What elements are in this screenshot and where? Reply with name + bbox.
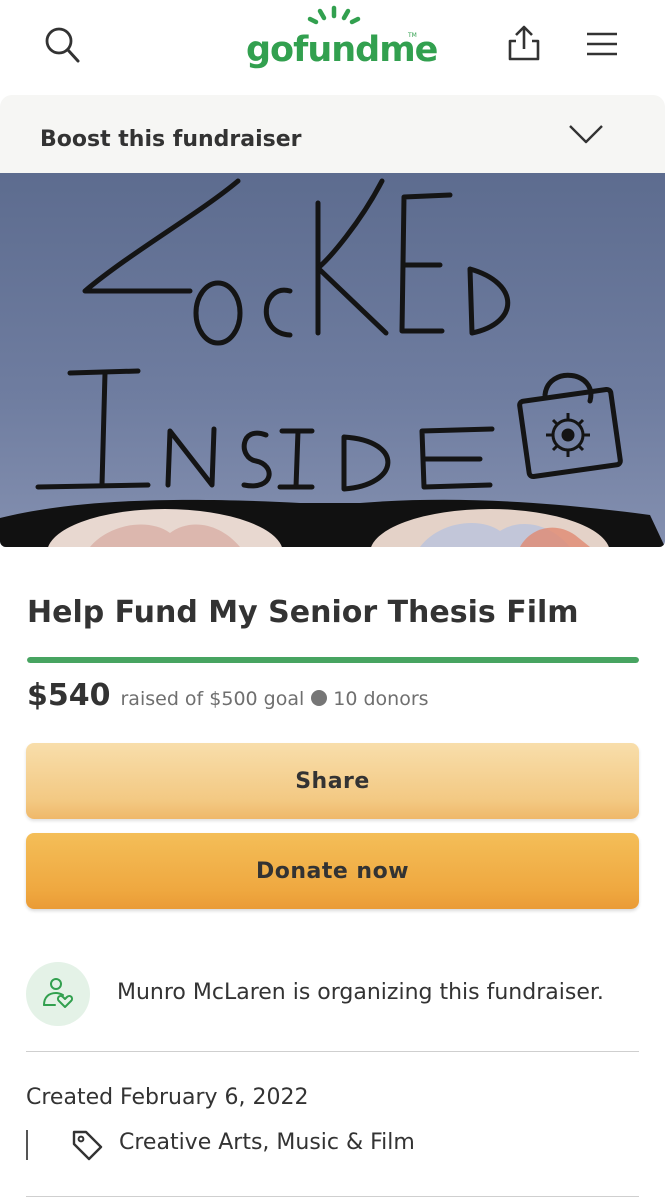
- created-date: Created February 6, 2022: [26, 1085, 309, 1110]
- vertical-separator: [26, 1130, 28, 1160]
- chevron-down-icon[interactable]: [566, 118, 606, 148]
- organizer-text: Munro McLaren is organizing this fundrai…: [117, 980, 604, 1005]
- share-button[interactable]: Share: [26, 743, 639, 819]
- amount-raised: $540: [27, 678, 111, 713]
- donor-count[interactable]: 10 donors: [333, 688, 428, 710]
- gofundme-logo[interactable]: gofundme TM: [230, 4, 438, 78]
- hamburger-menu-icon: [587, 32, 617, 56]
- separator-dot: [311, 690, 328, 706]
- section-divider: [26, 1196, 639, 1197]
- donate-now-button[interactable]: Donate now: [26, 833, 639, 909]
- fundraising-stats: $540 raised of $500 goal 10 donors: [27, 678, 429, 718]
- campaign-hero-image: [0, 173, 665, 547]
- logo-trademark: TM: [408, 32, 417, 39]
- menu-button[interactable]: [576, 20, 628, 68]
- top-nav-bar: gofundme TM: [0, 0, 665, 92]
- category-link[interactable]: Creative Arts, Music & Film: [119, 1130, 415, 1155]
- search-icon: [45, 27, 80, 63]
- share-top-button[interactable]: [498, 18, 550, 68]
- boost-label: Boost this fundraiser: [40, 127, 302, 152]
- progress-bar: [27, 657, 639, 663]
- progress-bar-fill: [27, 657, 639, 663]
- goal-text: raised of $500 goal: [120, 688, 305, 710]
- tag-icon: [72, 1130, 103, 1161]
- person-heart-icon: [43, 978, 74, 1008]
- search-button[interactable]: [38, 22, 88, 68]
- section-divider: [26, 1051, 639, 1052]
- upload-share-icon: [508, 25, 540, 61]
- organizer-avatar: [26, 962, 90, 1026]
- campaign-title: Help Fund My Senior Thesis Film: [27, 595, 579, 630]
- fundraiser-page: gofundme TM Boost this fundraiser Help F…: [0, 0, 665, 1200]
